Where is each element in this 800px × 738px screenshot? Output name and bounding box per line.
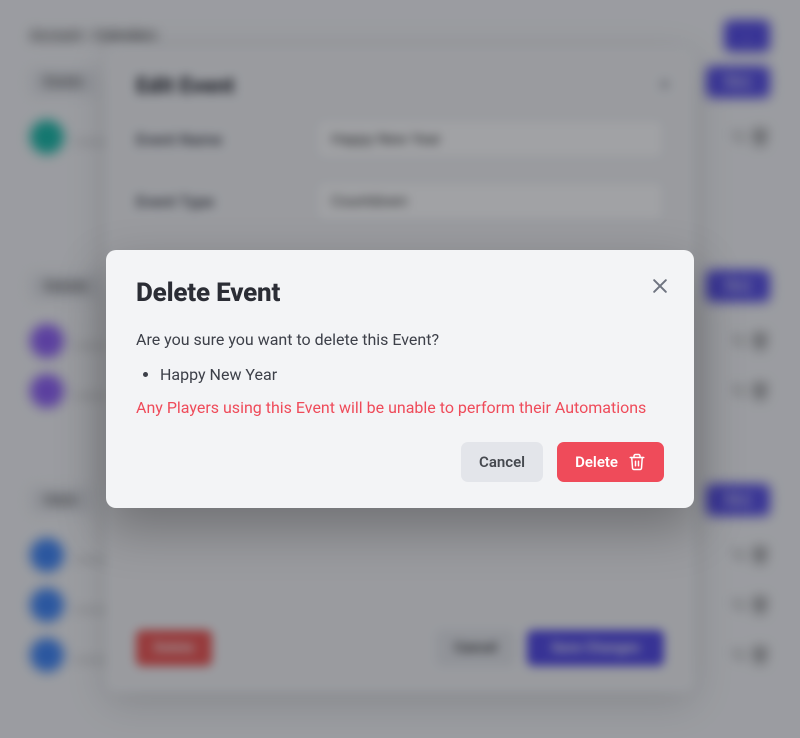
list-item: Happy New Year bbox=[160, 363, 664, 388]
close-icon bbox=[650, 276, 670, 296]
delete-button[interactable]: Delete bbox=[557, 442, 664, 482]
warning-text: Any Players using this Event will be una… bbox=[136, 396, 664, 421]
cancel-button[interactable]: Cancel bbox=[461, 442, 543, 482]
dialog-title: Delete Event bbox=[136, 278, 664, 308]
event-list: Happy New Year bbox=[160, 363, 664, 388]
delete-event-dialog: Delete Event Are you sure you want to de… bbox=[106, 250, 694, 508]
delete-button-label: Delete bbox=[575, 453, 618, 471]
trash-icon bbox=[628, 453, 646, 471]
cancel-button-label: Cancel bbox=[479, 453, 525, 471]
close-button[interactable] bbox=[650, 276, 670, 296]
confirm-text: Are you sure you want to delete this Eve… bbox=[136, 328, 664, 353]
